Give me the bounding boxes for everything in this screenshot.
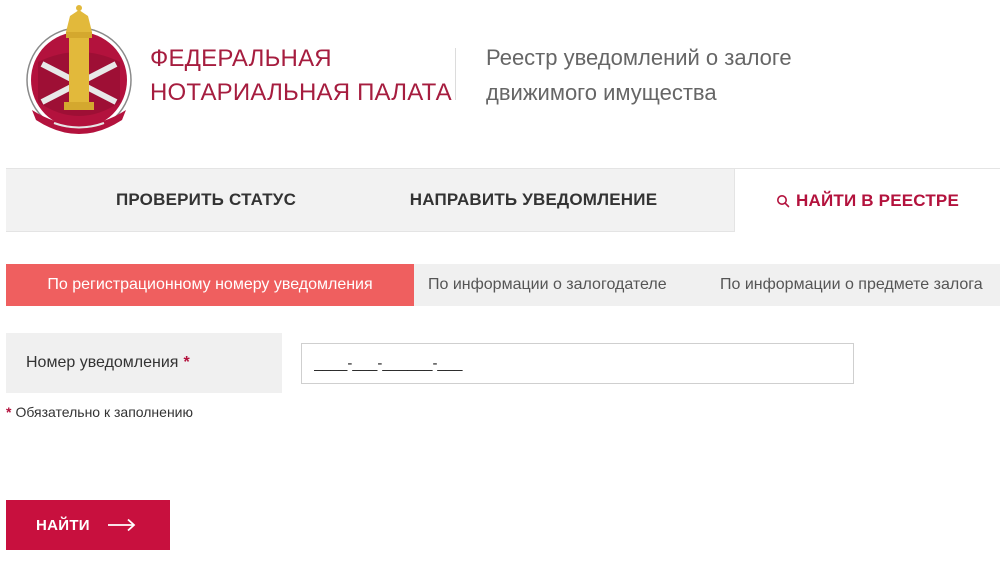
main-tabs: ПРОВЕРИТЬ СТАТУС НАПРАВИТЬ УВЕДОМЛЕНИЕ Н… xyxy=(6,168,1000,232)
subtab-by-registration-number-label: По регистрационному номеру уведомления xyxy=(47,276,373,293)
subtab-by-pledgor-info-label: По информации о залогодателе xyxy=(428,276,667,293)
organization-name-line2: НОТАРИАЛЬНАЯ ПАЛАТА xyxy=(150,79,452,106)
notification-number-label-box: Номер уведомления * xyxy=(6,333,282,393)
find-button-label: НАЙТИ xyxy=(36,516,90,534)
tab-search-registry-label: НАЙТИ В РЕЕСТРЕ xyxy=(795,190,960,210)
notary-chamber-emblem-icon xyxy=(26,5,132,134)
subtab-by-pledge-subject-info-label: По информации о предмете залога xyxy=(720,276,983,293)
tab-check-status-label: ПРОВЕРИТЬ СТАТУС xyxy=(115,190,297,209)
subtab-by-pledge-subject-info[interactable]: По информации о предмете залога xyxy=(720,264,983,306)
organization-name: ФЕДЕРАЛЬНАЯ НОТАРИАЛЬНАЯ ПАЛАТА xyxy=(150,42,452,110)
arrow-right-icon xyxy=(107,518,136,532)
header-divider xyxy=(455,48,456,100)
organization-name-line1: ФЕДЕРАЛЬНАЯ xyxy=(150,45,332,72)
registry-title-line2: движимого имущества xyxy=(486,80,717,105)
tab-send-notification-label: НАПРАВИТЬ УВЕДОМЛЕНИЕ xyxy=(409,190,658,209)
search-mode-tabs: По регистрационному номеру уведомления П… xyxy=(6,264,1000,306)
notification-number-label: Номер уведомления xyxy=(26,354,179,371)
registry-title: Реестр уведомлений о залоге движимого им… xyxy=(486,40,792,110)
search-icon xyxy=(776,194,790,207)
required-asterisk: * xyxy=(183,354,190,371)
required-note: * Обязательно к заполнению xyxy=(6,404,193,420)
tab-send-notification[interactable]: НАПРАВИТЬ УВЕДОМЛЕНИЕ xyxy=(341,169,726,231)
required-note-asterisk: * xyxy=(6,404,12,420)
subtab-by-pledgor-info[interactable]: По информации о залогодателе xyxy=(428,264,667,306)
page: ФЕДЕРАЛЬНАЯ НОТАРИАЛЬНАЯ ПАЛАТА Реестр у… xyxy=(0,0,1000,562)
registry-title-line1: Реестр уведомлений о залоге xyxy=(486,45,792,70)
subtab-by-registration-number[interactable]: По регистрационному номеру уведомления xyxy=(6,264,414,306)
required-note-text: Обязательно к заполнению xyxy=(15,404,193,420)
find-button[interactable]: НАЙТИ xyxy=(6,500,170,550)
tab-search-registry[interactable]: НАЙТИ В РЕЕСТРЕ xyxy=(734,168,1000,232)
notification-number-input[interactable] xyxy=(301,343,854,384)
